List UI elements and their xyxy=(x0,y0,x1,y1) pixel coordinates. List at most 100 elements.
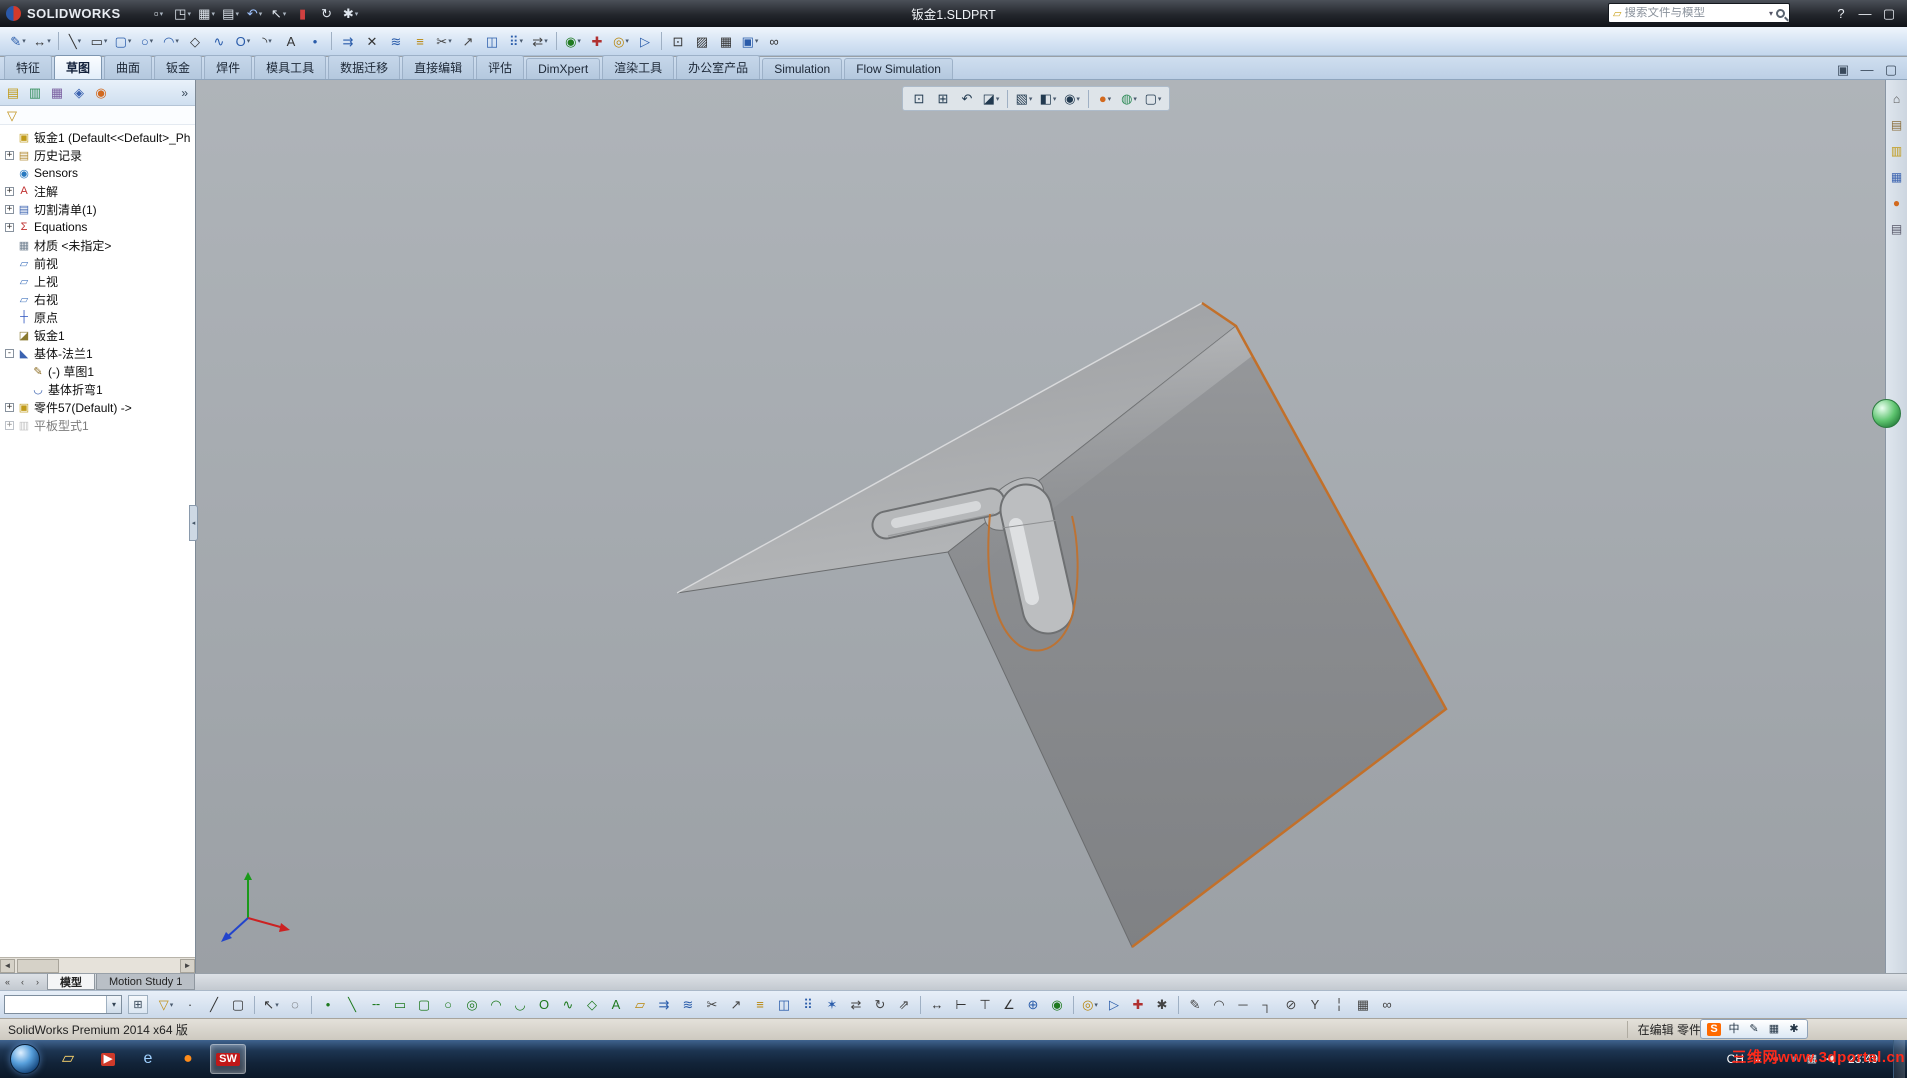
rotate-entities-button[interactable]: ↻ xyxy=(869,994,891,1015)
extend-entities-button[interactable]: ↗ xyxy=(457,31,479,52)
tree-item-cutlist[interactable]: + ▤ 切割清单(1) xyxy=(0,200,195,218)
dropdown-arrow[interactable]: ▾ xyxy=(47,37,51,45)
sketch-point-tool[interactable]: • xyxy=(317,994,339,1015)
taskbar-internet-explorer-button[interactable]: e xyxy=(130,1044,166,1074)
dropdown-arrow[interactable]: ▾ xyxy=(104,37,108,45)
scrollbar-track[interactable] xyxy=(15,958,180,973)
sogou-pen-icon[interactable]: ✎ xyxy=(1745,1021,1763,1038)
belt-chain-button[interactable]: ∞ xyxy=(763,31,785,52)
zoom-to-area-button[interactable]: ⊞ xyxy=(932,88,954,109)
tab-data-migration[interactable]: 数据迁移 xyxy=(328,55,401,79)
view-orientation-button[interactable]: ▧ ▾ xyxy=(1013,88,1035,109)
dropdown-arrow[interactable]: ▾ xyxy=(78,37,82,45)
circle-tool[interactable]: ○ ▾ xyxy=(136,31,158,52)
sogou-keyboard-icon[interactable]: ▦ xyxy=(1765,1021,1783,1038)
grid-snap-button[interactable]: ▦ xyxy=(1352,994,1374,1015)
slot-tool[interactable]: ▢ ▾ xyxy=(112,31,134,52)
point-tool[interactable]: • xyxy=(304,31,326,52)
dropdown-arrow[interactable]: ▾ xyxy=(448,37,452,45)
save-button[interactable]: ▦ ▾ xyxy=(196,3,218,24)
rapid-sketch-button[interactable]: ▷ xyxy=(634,31,656,52)
zoom-to-fit-button[interactable]: ⊡ xyxy=(908,88,930,109)
view-palette-icon[interactable]: ▦ xyxy=(1888,168,1906,186)
tabs-scroll-left-button[interactable]: ‹ xyxy=(16,975,29,990)
sketch-picture-button[interactable]: ▦ xyxy=(715,31,737,52)
instant2d-button[interactable]: ⊡ xyxy=(667,31,689,52)
tree-item-sheet-metal[interactable]: ◪ 钣金1 xyxy=(0,326,195,344)
dropdown-arrow[interactable]: ▾ xyxy=(283,10,287,18)
propertymanager-tab[interactable]: ▥ xyxy=(25,83,45,103)
convert-entities-button[interactable]: ⇉ xyxy=(337,31,359,52)
sogou-logo-icon[interactable]: S xyxy=(1705,1021,1723,1038)
rapid-sketch-button[interactable]: ▷ xyxy=(1103,994,1125,1015)
tab-office-products[interactable]: 办公室产品 xyxy=(676,55,761,79)
dropdown-arrow[interactable]: ▾ xyxy=(170,1001,174,1009)
featuremanager-tab[interactable]: ▤ xyxy=(3,83,23,103)
sogou-mode-chinese[interactable]: 中 xyxy=(1725,1021,1743,1038)
lasso-select-button[interactable]: ◌ xyxy=(284,994,306,1015)
tree-item-annotations[interactable]: + A 注解 xyxy=(0,182,195,200)
sketch-text-tool[interactable]: A xyxy=(605,994,627,1015)
sketch-polygon-tool[interactable]: ◇ xyxy=(581,994,603,1015)
offset-entities-button[interactable]: ≡ xyxy=(409,31,431,52)
make-block-button[interactable]: ▣ ▾ xyxy=(739,31,761,52)
displaymanager-tab[interactable]: ◉ xyxy=(91,83,111,103)
mirror-entities-button[interactable]: ◫ xyxy=(773,994,795,1015)
dropdown-arrow[interactable]: ▾ xyxy=(160,10,164,18)
face-curves-button[interactable]: ≋ xyxy=(385,31,407,52)
pen-tool[interactable]: ✎ xyxy=(1184,994,1206,1015)
modify-sketch-button[interactable]: ✱ xyxy=(1151,994,1173,1015)
tab-features[interactable]: 特征 xyxy=(4,55,53,79)
dropdown-arrow[interactable]: ▾ xyxy=(1029,95,1033,103)
print-button[interactable]: ▤ ▾ xyxy=(220,3,242,24)
dropdown-arrow[interactable]: ▾ xyxy=(22,37,26,45)
dropdown-arrow[interactable]: ▾ xyxy=(996,95,1000,103)
dropdown-arrow[interactable]: ▾ xyxy=(577,37,581,45)
construction-geometry-button[interactable]: ╎ xyxy=(1328,994,1350,1015)
tree-expand-toggle[interactable]: - xyxy=(5,348,14,358)
tree-item-part57[interactable]: + ▣ 零件57(Default) -> xyxy=(0,398,195,416)
open-button[interactable]: ◳ ▾ xyxy=(172,3,194,24)
tab-render-tools[interactable]: 渲染工具 xyxy=(602,55,675,79)
linear-sketch-pattern-button[interactable]: ⠿ ▾ xyxy=(505,31,527,52)
smart-dimension-button[interactable]: ↔ ▾ xyxy=(31,31,53,52)
vertical-dimension-button[interactable]: ⊤ xyxy=(974,994,996,1015)
quick-snaps-button[interactable]: ◎ ▾ xyxy=(610,31,632,52)
line-segment-tool[interactable]: ─ xyxy=(1232,994,1254,1015)
sketch-arc-tool[interactable]: ◠ xyxy=(485,994,507,1015)
previous-view-button[interactable]: ↶ xyxy=(956,88,978,109)
split-entities-tool[interactable]: Y xyxy=(1304,994,1326,1015)
tree-expand-toggle[interactable]: + xyxy=(5,420,14,430)
dropdown-arrow[interactable]: ▾ xyxy=(755,37,759,45)
repair-sketch-button[interactable]: ✚ xyxy=(1127,994,1149,1015)
custom-properties-icon[interactable]: ▤ xyxy=(1888,220,1906,238)
dropdown-arrow[interactable]: ▾ xyxy=(275,1001,279,1009)
rebuild-button[interactable]: ↻ xyxy=(316,3,338,24)
sketch-perimeter-circle-tool[interactable]: ◎ xyxy=(461,994,483,1015)
undo-button[interactable]: ↶ ▾ xyxy=(244,3,266,24)
help-button[interactable]: ? xyxy=(1830,3,1852,24)
scroll-right-arrow[interactable]: ► xyxy=(180,958,195,973)
mirror-entities-button[interactable]: ◫ xyxy=(481,31,503,52)
dropdown-arrow[interactable]: ▾ xyxy=(1076,95,1080,103)
apply-scene-button[interactable]: ◍ ▾ xyxy=(1118,88,1140,109)
corner-tool[interactable]: ┐ xyxy=(1256,994,1278,1015)
dropdown-arrow[interactable]: ▾ xyxy=(175,37,179,45)
taskbar-firefox-button[interactable]: ● xyxy=(170,1044,206,1074)
add-relation-button[interactable]: ⊕ xyxy=(1022,994,1044,1015)
face-curves-button[interactable]: ≋ xyxy=(677,994,699,1015)
configurationmanager-tab[interactable]: ▦ xyxy=(47,83,67,103)
arc-tool[interactable]: ◠ ▾ xyxy=(160,31,182,52)
angle-dimension-button[interactable]: ∠ xyxy=(998,994,1020,1015)
trim-entities-button[interactable]: ✂ xyxy=(701,994,723,1015)
scrollbar-thumb[interactable] xyxy=(17,958,59,973)
view-settings-button[interactable]: ▢ ▾ xyxy=(1142,88,1164,109)
sketch-ellipse-tool[interactable]: O xyxy=(533,994,555,1015)
shaded-sketch-contours-button[interactable]: ▨ xyxy=(691,31,713,52)
sketch-rectangle-tool[interactable]: ▭ xyxy=(389,994,411,1015)
tabs-scroll-start-button[interactable]: « xyxy=(1,975,14,990)
search-dropdown-arrow[interactable]: ▾ xyxy=(1769,9,1773,18)
dropdown-arrow[interactable]: ▾ xyxy=(128,37,132,45)
dropdown-arrow[interactable]: ▾ xyxy=(1053,95,1057,103)
tree-item-flat-pattern[interactable]: + ▥ 平板型式1 xyxy=(0,416,195,434)
